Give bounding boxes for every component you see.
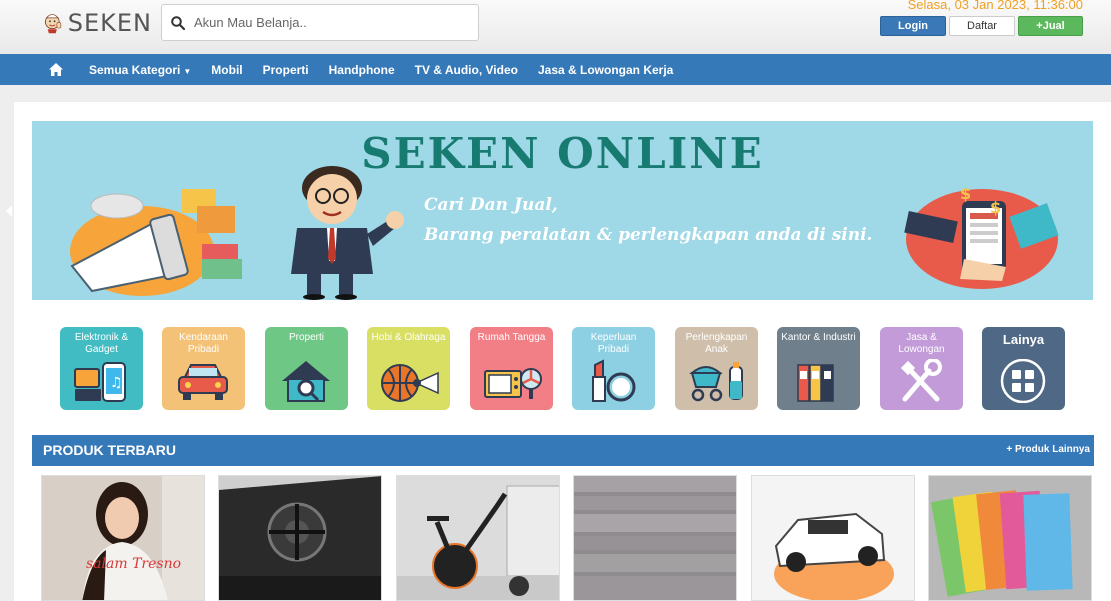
latest-products-header: PRODUK TERBARU + Produk Lainnya: [32, 435, 1094, 466]
binder-icon: [797, 364, 834, 402]
nav-handphone[interactable]: Handphone: [329, 63, 395, 77]
car-icon: [178, 364, 228, 400]
category-tile[interactable]: Perlengkapan Anak: [675, 327, 758, 410]
category-label: Properti: [288, 332, 324, 343]
banner-tagline-1: Cari Dan Jual,: [424, 195, 558, 215]
stroller-icon: [689, 362, 743, 402]
megaphone-illustration-icon: [70, 189, 242, 296]
category-tile[interactable]: Kantor & Industri: [777, 327, 860, 410]
chevron-down-icon: ▼: [183, 66, 192, 76]
category-tile[interactable]: Rumah Tangga: [470, 327, 553, 410]
cosmetic-icon: [592, 359, 636, 402]
nav-mobil[interactable]: Mobil: [211, 63, 242, 77]
nav-jasa-lowongan[interactable]: Jasa & Lowongan Kerja: [538, 63, 673, 77]
svg-text:♫: ♫: [110, 375, 123, 391]
product-image: [397, 476, 559, 600]
current-datetime: Selasa, 03 Jan 2023, 11:36:00: [907, 0, 1083, 12]
search-input[interactable]: [194, 15, 454, 30]
sell-button[interactable]: +Jual: [1018, 16, 1083, 36]
product-card[interactable]: [751, 475, 915, 601]
search-box: [161, 4, 479, 41]
home-icon[interactable]: [49, 63, 63, 76]
nav-tv-audio-video[interactable]: TV & Audio, Video: [415, 63, 518, 77]
product-card[interactable]: [928, 475, 1092, 601]
section-title: PRODUK TERBARU: [43, 442, 176, 458]
more-products-link[interactable]: + Produk Lainnya: [1006, 444, 1090, 455]
ball-icon: [381, 364, 439, 402]
mobile-shopping-illustration-icon: $ $: [904, 184, 1059, 289]
nav-all-categories[interactable]: Semua Kategori ▼: [89, 63, 191, 77]
product-card[interactable]: [218, 475, 382, 601]
tools-icon: [900, 359, 942, 402]
category-tile[interactable]: Lainya: [982, 327, 1065, 410]
category-label: Kantor & Industri: [781, 332, 856, 343]
category-label: Keperluan Pribadi: [590, 332, 637, 355]
site-logo[interactable]: SEKEN: [42, 4, 152, 42]
gadget-icon: ♫: [74, 362, 126, 402]
mascot-logo-icon: [45, 14, 62, 34]
product-image: [219, 476, 381, 600]
product-image: [574, 476, 736, 600]
svg-text:$: $: [960, 184, 971, 203]
logo-text: SEKEN: [67, 9, 152, 37]
banner-title: SEKEN ONLINE: [361, 129, 764, 178]
product-image: [752, 476, 914, 600]
nav-item-label: Semua Kategori: [89, 62, 181, 77]
carousel-prev-icon[interactable]: [6, 205, 12, 217]
svg-text:$: $: [990, 198, 1001, 217]
register-button[interactable]: Daftar: [949, 16, 1015, 36]
category-tile[interactable]: Properti: [265, 327, 348, 410]
category-tile[interactable]: Elektronik & Gadget ♫: [60, 327, 143, 410]
product-image: salam Tresno: [42, 476, 204, 600]
category-label: Rumah Tangga: [477, 332, 546, 343]
category-label: Perlengkapan Anak: [685, 332, 748, 355]
category-tile[interactable]: Keperluan Pribadi: [572, 327, 655, 410]
category-tile[interactable]: Jasa & Lowongan: [880, 327, 963, 410]
house-search-icon: [282, 361, 330, 402]
product-card[interactable]: [396, 475, 560, 601]
banner-tagline-2: Barang peralatan & perlengkapan anda di …: [424, 225, 873, 245]
category-tile[interactable]: Kendaraan Pribadi: [162, 327, 245, 410]
appliance-icon: [484, 368, 542, 399]
category-label: Elektronik & Gadget: [74, 332, 129, 355]
nav-properti[interactable]: Properti: [263, 63, 309, 77]
product-card[interactable]: salam Tresno: [41, 475, 205, 601]
category-label: Kendaraan Pribadi: [179, 332, 228, 355]
category-grid: Elektronik & Gadget ♫ Kendaraan Pribadi …: [60, 327, 1070, 410]
site-header: SEKEN Selasa, 03 Jan 2023, 11:36:00 Logi…: [0, 0, 1111, 54]
product-caption: salam Tresno: [86, 556, 181, 572]
category-tile[interactable]: Hobi & Olahraga: [367, 327, 450, 410]
hero-banner[interactable]: SEKEN ONLINE Cari Dan Jual, Barang peral…: [32, 121, 1093, 300]
product-image: [929, 476, 1091, 600]
category-label: Hobi & Olahraga: [371, 332, 446, 343]
category-label: Jasa & Lowongan: [898, 332, 945, 355]
category-label: Lainya: [1002, 332, 1045, 347]
main-nav: Semua Kategori ▼ Mobil Properti Handphone…: [0, 54, 1111, 85]
businessman-mascot-icon: [291, 166, 404, 300]
grid-icon: [1000, 359, 1046, 403]
search-icon[interactable]: [171, 15, 185, 30]
product-card[interactable]: [573, 475, 737, 601]
login-button[interactable]: Login: [880, 16, 946, 36]
